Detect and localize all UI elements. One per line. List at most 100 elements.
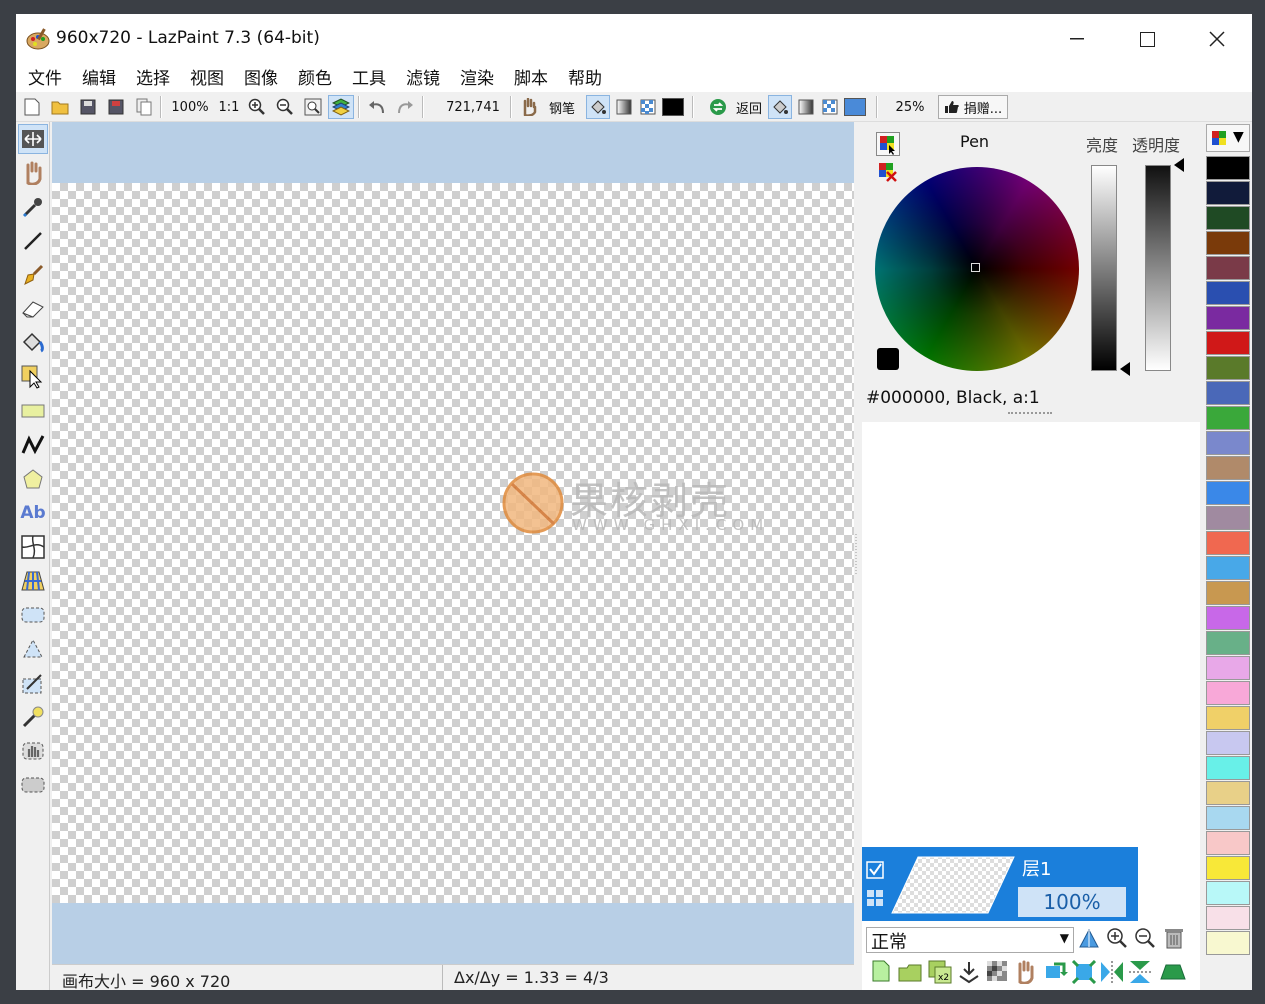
deformation-grid-tool[interactable] bbox=[18, 532, 48, 562]
palette-swatch[interactable] bbox=[1206, 881, 1250, 905]
layer-item[interactable]: 层1 100% bbox=[862, 847, 1138, 921]
back-fill-mode-button[interactable] bbox=[768, 95, 792, 119]
menu-script[interactable]: 脚本 bbox=[504, 64, 558, 89]
palette-swatch[interactable] bbox=[1206, 831, 1250, 855]
copy-button[interactable] bbox=[132, 95, 156, 119]
palette-swatch[interactable] bbox=[1206, 181, 1250, 205]
menu-image[interactable]: 图像 bbox=[234, 64, 288, 89]
palette-swatch[interactable] bbox=[1206, 931, 1250, 955]
palette-swatch[interactable] bbox=[1206, 156, 1250, 180]
transparent-canvas[interactable] bbox=[52, 183, 854, 903]
select-pen-tool[interactable] bbox=[18, 362, 48, 392]
layer-grid-icon[interactable] bbox=[866, 889, 884, 907]
open-file-button[interactable] bbox=[48, 95, 72, 119]
panel-resize-grip[interactable] bbox=[1008, 412, 1052, 416]
palette-swatch[interactable] bbox=[1206, 806, 1250, 830]
new-layer-icon[interactable] bbox=[872, 960, 890, 982]
select-spline-tool[interactable] bbox=[18, 668, 48, 698]
eraser-tool[interactable] bbox=[18, 294, 48, 324]
color-picker-tool[interactable] bbox=[18, 192, 48, 222]
rectangle-tool[interactable] bbox=[18, 396, 48, 426]
palette-swatch[interactable] bbox=[1206, 256, 1250, 280]
fill-mode-button[interactable] bbox=[586, 95, 610, 119]
close-button[interactable] bbox=[1194, 22, 1240, 56]
lightness-slider-pointer-icon[interactable] bbox=[1120, 362, 1130, 376]
pick-color-button[interactable] bbox=[876, 132, 900, 156]
menu-color[interactable]: 颜色 bbox=[288, 64, 342, 89]
palette-swatch[interactable] bbox=[1206, 481, 1250, 505]
layer-visible-checkbox-icon[interactable] bbox=[866, 861, 884, 879]
palette-swatch[interactable] bbox=[1206, 331, 1250, 355]
palette-swatch[interactable] bbox=[1206, 731, 1250, 755]
select-rect-tool[interactable] bbox=[18, 600, 48, 630]
pen-color-swatch[interactable] bbox=[660, 95, 686, 119]
palette-swatch[interactable] bbox=[1206, 431, 1250, 455]
palette-swatch[interactable] bbox=[1206, 281, 1250, 305]
menu-edit[interactable]: 编辑 bbox=[72, 64, 126, 89]
zoom-out-button[interactable] bbox=[272, 95, 298, 119]
palette-swatch[interactable] bbox=[1206, 681, 1250, 705]
palette-swatch[interactable] bbox=[1206, 306, 1250, 330]
zoom-fit-button[interactable] bbox=[300, 95, 326, 119]
zoom-actual-size-button[interactable]: 1:1 bbox=[216, 95, 242, 119]
gradient-mode-button[interactable] bbox=[612, 95, 636, 119]
move-view-tool[interactable] bbox=[18, 124, 48, 154]
maximize-button[interactable] bbox=[1124, 22, 1170, 56]
palette-swatch[interactable] bbox=[1206, 456, 1250, 480]
canvas-viewport[interactable]: 果核剥壳 WWW.GHXI.COM bbox=[52, 122, 854, 964]
panel-splitter[interactable] bbox=[854, 534, 860, 574]
menu-render[interactable]: 渲染 bbox=[450, 64, 504, 89]
layer-zoom-in-button[interactable] bbox=[1106, 927, 1130, 953]
remove-color-button[interactable] bbox=[876, 160, 900, 184]
palette-swatch[interactable] bbox=[1206, 606, 1250, 630]
palette-swatch[interactable] bbox=[1206, 531, 1250, 555]
palette-swatch[interactable] bbox=[1206, 631, 1250, 655]
menu-tools[interactable]: 工具 bbox=[342, 64, 396, 89]
new-file-button[interactable] bbox=[20, 95, 44, 119]
text-tool[interactable]: Ab bbox=[18, 498, 48, 528]
palette-swatch[interactable] bbox=[1206, 856, 1250, 880]
hand-tool-button[interactable] bbox=[516, 95, 542, 119]
menu-view[interactable]: 视图 bbox=[180, 64, 234, 89]
polygon-tool[interactable] bbox=[18, 464, 48, 494]
texture-mode-button[interactable] bbox=[636, 95, 660, 119]
zoom-in-button[interactable] bbox=[244, 95, 270, 119]
menu-filter[interactable]: 滤镜 bbox=[396, 64, 450, 89]
tolerance-field[interactable]: 25% bbox=[888, 95, 932, 119]
flood-fill-tool[interactable] bbox=[18, 328, 48, 358]
menu-select[interactable]: 选择 bbox=[126, 64, 180, 89]
move-layer-hand-icon[interactable] bbox=[1014, 960, 1036, 984]
back-gradient-mode-button[interactable] bbox=[794, 95, 818, 119]
palette-swatch[interactable] bbox=[1206, 656, 1250, 680]
palette-swatch[interactable] bbox=[1206, 781, 1250, 805]
palette-swatch[interactable] bbox=[1206, 381, 1250, 405]
save-button[interactable] bbox=[76, 95, 100, 119]
rotate-selection-tool[interactable] bbox=[18, 770, 48, 800]
zoom-layer-icon[interactable] bbox=[1072, 960, 1096, 984]
move-selection-tool[interactable] bbox=[18, 736, 48, 766]
magic-wand-tool[interactable] bbox=[18, 702, 48, 732]
blend-mode-select[interactable]: 正常 ▼ bbox=[866, 927, 1074, 953]
back-color-swatch[interactable] bbox=[842, 95, 868, 119]
lightness-slider[interactable] bbox=[1091, 165, 1117, 371]
redo-button[interactable] bbox=[392, 95, 418, 119]
palette-menu-button[interactable]: ▼ bbox=[1206, 124, 1250, 152]
donate-button[interactable]: 捐赠... bbox=[938, 95, 1008, 119]
delete-layer-button[interactable] bbox=[1164, 927, 1188, 953]
palette-swatch[interactable] bbox=[1206, 206, 1250, 230]
palette-swatch[interactable] bbox=[1206, 506, 1250, 530]
alpha-slider[interactable] bbox=[1145, 165, 1171, 371]
hand-tool[interactable] bbox=[18, 158, 48, 188]
layer-zoom-out-button[interactable] bbox=[1134, 927, 1158, 953]
texture-map-tool[interactable] bbox=[18, 566, 48, 596]
add-layer-folder-icon[interactable] bbox=[898, 962, 922, 982]
palette-swatch[interactable] bbox=[1206, 556, 1250, 580]
palette-swatch[interactable] bbox=[1206, 906, 1250, 930]
palette-swatch[interactable] bbox=[1206, 581, 1250, 605]
menu-help[interactable]: 帮助 bbox=[558, 64, 612, 89]
layers-toggle-button[interactable] bbox=[328, 95, 354, 119]
rasterize-layer-icon[interactable] bbox=[986, 960, 1008, 982]
swap-colors-button[interactable] bbox=[706, 95, 730, 119]
polyline-tool[interactable] bbox=[18, 430, 48, 460]
duplicate-layer-icon[interactable]: x2 bbox=[928, 960, 952, 984]
